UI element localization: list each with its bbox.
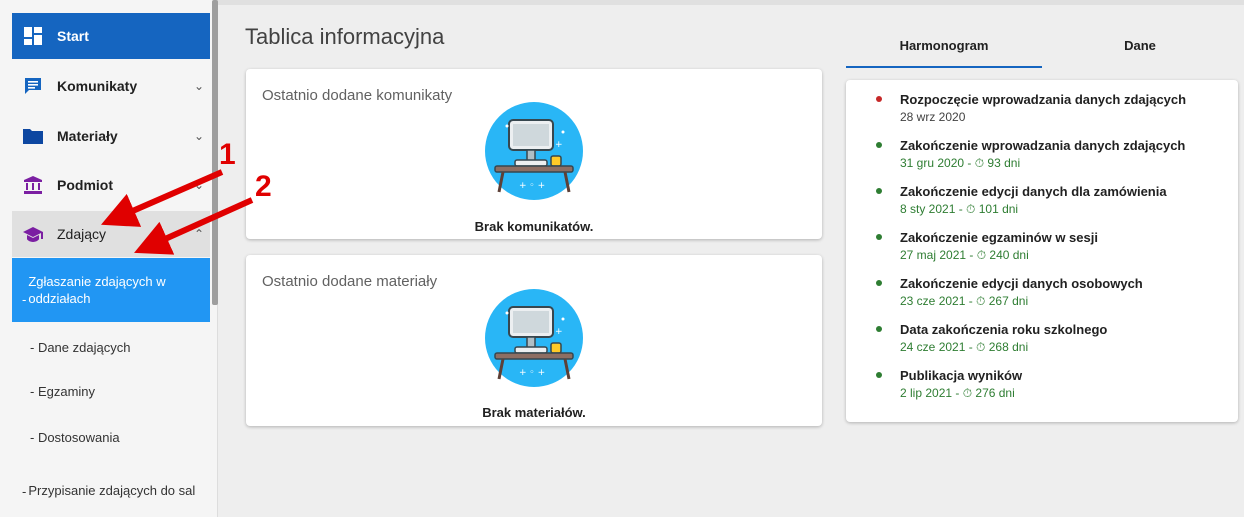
sidebar-subitem-label: - Dane zdających xyxy=(30,339,131,355)
sidebar-item-start[interactable]: Start xyxy=(12,13,210,59)
sidebar-item-label: Komunikaty xyxy=(57,78,138,94)
tab-dane[interactable]: Dane xyxy=(1042,32,1238,68)
empty-state-text: Brak materiałów. xyxy=(482,405,586,420)
chevron-down-icon[interactable]: ⌄ xyxy=(194,178,204,192)
sidebar-item-materialy[interactable]: Materiały ⌄ xyxy=(12,112,210,160)
schedule-item-date: 27 maj 2021 - ⏱ 240 dni xyxy=(900,248,1029,262)
svg-text:+ ◦ +: + ◦ + xyxy=(519,368,545,378)
sidebar-item-podmiot[interactable]: Podmiot ⌄ xyxy=(12,161,210,209)
schedule-item-title: Data zakończenia roku szkolnego xyxy=(900,322,1108,337)
svg-text:+: + xyxy=(555,140,563,150)
institution-icon xyxy=(23,176,43,194)
dash-marker: - xyxy=(22,484,27,499)
dashboard-icon xyxy=(23,27,43,45)
schedule-item-date: 31 gru 2020 - ⏱ 93 dni xyxy=(900,156,1021,170)
sidebar-item-label: Podmiot xyxy=(57,177,113,193)
empty-state-text: Brak komunikatów. xyxy=(474,219,594,234)
chevron-up-icon[interactable]: ⌃ xyxy=(194,227,204,241)
status-dot xyxy=(876,142,882,148)
desk-computer-illustration: + + ◦ + xyxy=(485,102,583,200)
sidebar-subitem-dostosowania[interactable]: - Dostosowania xyxy=(12,420,210,454)
status-dot xyxy=(876,188,882,194)
dash-marker: - xyxy=(22,292,27,307)
status-dot xyxy=(876,96,882,102)
sidebar-item-label: Zdający xyxy=(57,226,107,242)
sidebar-item-label: Start xyxy=(57,28,89,44)
sidebar-item-komunikaty[interactable]: Komunikaty ⌄ xyxy=(12,62,210,110)
message-icon xyxy=(23,77,43,95)
schedule-item-title: Zakończenie edycji danych dla zamówienia xyxy=(900,184,1167,199)
materials-card: Ostatnio dodane materiały + + ◦ + Brak m… xyxy=(246,255,822,426)
sidebar-subitem-dane-zdajacych[interactable]: - Dane zdających xyxy=(12,330,210,364)
sidebar-subitem-label: Przypisanie zdających do sal xyxy=(28,482,196,498)
schedule-item-date: 8 sty 2021 - ⏱ 101 dni xyxy=(900,202,1019,216)
chevron-down-icon[interactable]: ⌄ xyxy=(194,129,204,143)
status-dot xyxy=(876,280,882,286)
svg-text:+: + xyxy=(555,327,563,337)
schedule-item-date: 24 cze 2021 - ⏱ 268 dni xyxy=(900,340,1029,354)
schedule-panel: Rozpoczęcie wprowadzania danych zdającyc… xyxy=(846,80,1238,422)
sidebar-subitem-zglaszanie[interactable]: - Zgłaszanie zdających w oddziałach xyxy=(12,258,210,322)
sidebar-subitem-przypisanie[interactable]: - Przypisanie zdających do sal xyxy=(12,466,210,514)
sidebar-scrollbar[interactable] xyxy=(212,0,218,305)
annotation-number-1: 1 xyxy=(219,138,236,171)
schedule-item-title: Zakończenie egzaminów w sesji xyxy=(900,230,1098,245)
schedule-item-date: 28 wrz 2020 xyxy=(900,110,966,124)
card-title: Ostatnio dodane materiały xyxy=(262,273,438,290)
folder-icon xyxy=(23,127,43,145)
status-dot xyxy=(876,234,882,240)
card-title: Ostatnio dodane komunikaty xyxy=(262,87,453,104)
schedule-item-title: Zakończenie wprowadzania danych zdającyc… xyxy=(900,138,1186,153)
svg-text:+ ◦ +: + ◦ + xyxy=(519,181,545,191)
schedule-item-date: 23 cze 2021 - ⏱ 267 dni xyxy=(900,294,1029,308)
sidebar-subitem-egzaminy[interactable]: - Egzaminy xyxy=(12,374,210,408)
schedule-item-title: Publikacja wyników xyxy=(900,368,1023,383)
tab-harmonogram[interactable]: Harmonogram xyxy=(846,32,1042,68)
page-title: Tablica informacyjna xyxy=(245,24,445,49)
desk-computer-illustration: + + ◦ + xyxy=(485,289,583,387)
chevron-down-icon[interactable]: ⌄ xyxy=(194,79,204,93)
top-bar xyxy=(218,0,1244,5)
messages-card: Ostatnio dodane komunikaty + + ◦ + Brak … xyxy=(246,69,822,239)
annotation-number-2: 2 xyxy=(255,170,272,203)
status-dot xyxy=(876,372,882,378)
sidebar-item-zdajacy[interactable]: Zdający ⌃ xyxy=(12,211,210,257)
sidebar-subitem-label: - Egzaminy xyxy=(30,383,96,399)
graduation-cap-icon xyxy=(23,225,43,243)
schedule-item-date: 2 lip 2021 - ⏱ 276 dni xyxy=(900,386,1015,400)
sidebar-item-label: Materiały xyxy=(57,128,118,144)
schedule-item-title: Zakończenie edycji danych osobowych xyxy=(900,276,1143,291)
sidebar: Start Komunikaty ⌄ Materiały ⌄ Podmiot ⌄… xyxy=(0,0,218,517)
sidebar-subitem-label: - Dostosowania xyxy=(30,429,120,445)
status-dot xyxy=(876,326,882,332)
schedule-item-title: Rozpoczęcie wprowadzania danych zdającyc… xyxy=(900,92,1187,107)
sidebar-subitem-label: Zgłaszanie zdających w oddziałach xyxy=(28,274,166,306)
